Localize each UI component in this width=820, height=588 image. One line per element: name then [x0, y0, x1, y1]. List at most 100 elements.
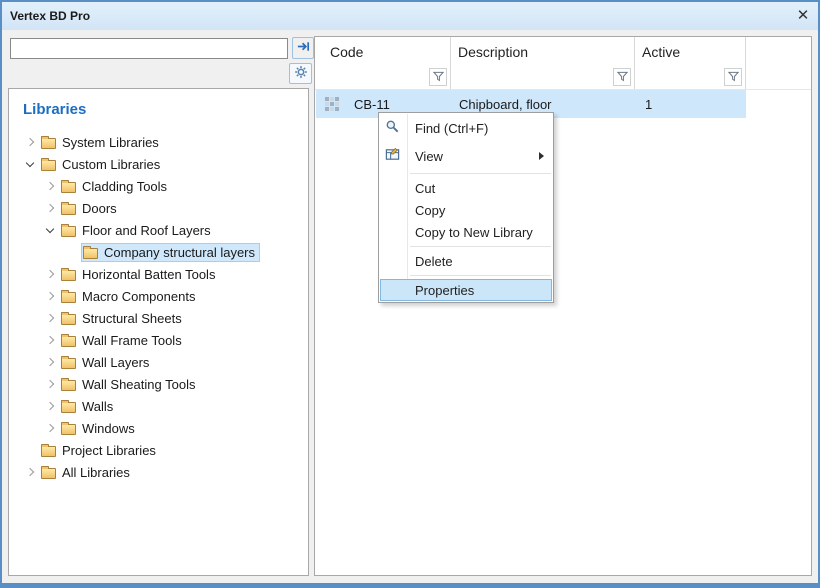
tree-item-label: Cladding Tools: [82, 179, 167, 194]
folder-icon: [61, 204, 76, 215]
tree-item-label: Doors: [82, 201, 117, 216]
context-menu: Find (Ctrl+F) View Cut Copy Copy to New …: [378, 112, 554, 303]
chevron-down-icon[interactable]: [43, 229, 59, 232]
folder-icon: [61, 380, 76, 391]
chevron-right-icon[interactable]: [43, 359, 59, 365]
tree-item-label: Wall Sheating Tools: [82, 377, 195, 392]
tree-item-doors[interactable]: Doors: [9, 197, 308, 219]
chevron-right-icon[interactable]: [23, 139, 39, 145]
tree-item-label: Windows: [82, 421, 135, 436]
chevron-right-icon[interactable]: [43, 403, 59, 409]
filter-button-active[interactable]: [724, 68, 742, 86]
tree-item-macro-components[interactable]: Macro Components: [9, 285, 308, 307]
menu-separator: [410, 246, 551, 247]
folder-icon: [41, 138, 56, 149]
menu-item-label: Properties: [415, 283, 474, 298]
tree-item-custom-libraries[interactable]: Custom Libraries: [9, 153, 308, 175]
folder-icon: [41, 468, 56, 479]
tree-item-horizontal-batten-tools[interactable]: Horizontal Batten Tools: [9, 263, 308, 285]
chevron-right-icon[interactable]: [43, 205, 59, 211]
chevron-down-icon[interactable]: [23, 163, 39, 166]
folder-icon: [83, 248, 98, 259]
folder-icon: [61, 424, 76, 435]
tree-item-wall-sheating-tools[interactable]: Wall Sheating Tools: [9, 373, 308, 395]
folder-icon: [61, 336, 76, 347]
chevron-right-icon[interactable]: [43, 183, 59, 189]
tree-item-label: System Libraries: [62, 135, 159, 150]
column-divider: [634, 37, 635, 90]
settings-button[interactable]: [289, 63, 312, 84]
tree-item-label: Walls: [82, 399, 113, 414]
folder-icon: [61, 358, 76, 369]
submenu-arrow-icon: [539, 152, 544, 160]
filter-icon: [433, 70, 444, 85]
tree-item-company-structural-layers[interactable]: Company structural layers: [9, 241, 308, 263]
menu-item-delete[interactable]: Delete: [379, 250, 553, 272]
search-input[interactable]: [10, 38, 288, 59]
column-header-active[interactable]: Active: [642, 44, 680, 60]
tree-item-wall-layers[interactable]: Wall Layers: [9, 351, 308, 373]
folder-icon: [61, 270, 76, 281]
tree-item-cladding-tools[interactable]: Cladding Tools: [9, 175, 308, 197]
close-icon[interactable]: ✕: [794, 6, 812, 24]
filter-icon: [617, 70, 628, 85]
tree-item-label: Project Libraries: [62, 443, 156, 458]
title-bar: Vertex BD Pro ✕: [2, 2, 818, 30]
chevron-right-icon[interactable]: [43, 425, 59, 431]
tree-item-label: Wall Frame Tools: [82, 333, 182, 348]
tree-item-label: All Libraries: [62, 465, 130, 480]
tree-item-label: Company structural layers: [104, 245, 255, 260]
column-header-description[interactable]: Description: [458, 44, 528, 60]
tree-item-structural-sheets[interactable]: Structural Sheets: [9, 307, 308, 329]
tree-item-label: Structural Sheets: [82, 311, 182, 326]
library-item-icon: [324, 96, 340, 115]
menu-item-label: Cut: [415, 181, 435, 196]
tree-item-label: Custom Libraries: [62, 157, 160, 172]
folder-icon: [61, 292, 76, 303]
menu-separator: [410, 275, 551, 276]
tree-item-walls[interactable]: Walls: [9, 395, 308, 417]
menu-item-copy[interactable]: Copy: [379, 199, 553, 221]
tree-item-all-libraries[interactable]: All Libraries: [9, 461, 308, 483]
filter-button-code[interactable]: [429, 68, 447, 86]
tree-item-floor-and-roof-layers[interactable]: Floor and Roof Layers: [9, 219, 308, 241]
tree-item-label: Macro Components: [82, 289, 195, 304]
arrow-right-icon: [296, 39, 311, 57]
column-divider: [745, 37, 746, 90]
gear-icon: [294, 65, 308, 82]
view-icon: [385, 147, 400, 165]
menu-item-label: Find (Ctrl+F): [415, 121, 488, 136]
library-tree-panel: Libraries System Libraries Custom Librar…: [8, 88, 309, 576]
tree-item-project-libraries[interactable]: Project Libraries: [9, 439, 308, 461]
column-header-code[interactable]: Code: [330, 44, 363, 60]
folder-icon: [61, 226, 76, 237]
folder-icon: [41, 446, 56, 457]
tree-item-windows[interactable]: Windows: [9, 417, 308, 439]
tree-item-wall-frame-tools[interactable]: Wall Frame Tools: [9, 329, 308, 351]
menu-item-cut[interactable]: Cut: [379, 177, 553, 199]
chevron-right-icon[interactable]: [43, 293, 59, 299]
search-go-button[interactable]: [292, 37, 314, 59]
tree-item-label: Wall Layers: [82, 355, 149, 370]
menu-item-properties[interactable]: Properties: [380, 279, 552, 301]
menu-item-find[interactable]: Find (Ctrl+F): [379, 114, 553, 142]
menu-item-view[interactable]: View: [379, 142, 553, 170]
chevron-right-icon[interactable]: [43, 271, 59, 277]
app-window: Vertex BD Pro ✕ Libraries: [0, 0, 820, 588]
folder-icon: [61, 314, 76, 325]
chevron-right-icon[interactable]: [43, 315, 59, 321]
menu-item-label: Copy: [415, 203, 445, 218]
menu-item-label: Delete: [415, 254, 453, 269]
libraries-heading: Libraries: [23, 101, 86, 118]
menu-item-label: View: [415, 149, 443, 164]
cell-description: Chipboard, floor: [459, 97, 552, 112]
filter-button-description[interactable]: [613, 68, 631, 86]
library-tree: System Libraries Custom Libraries Claddi…: [9, 131, 308, 483]
menu-item-copy-to-new-library[interactable]: Copy to New Library: [379, 221, 553, 243]
tree-item-system-libraries[interactable]: System Libraries: [9, 131, 308, 153]
chevron-right-icon[interactable]: [23, 469, 39, 475]
folder-icon: [61, 402, 76, 413]
chevron-right-icon[interactable]: [43, 337, 59, 343]
magnifier-icon: [385, 119, 400, 137]
chevron-right-icon[interactable]: [43, 381, 59, 387]
